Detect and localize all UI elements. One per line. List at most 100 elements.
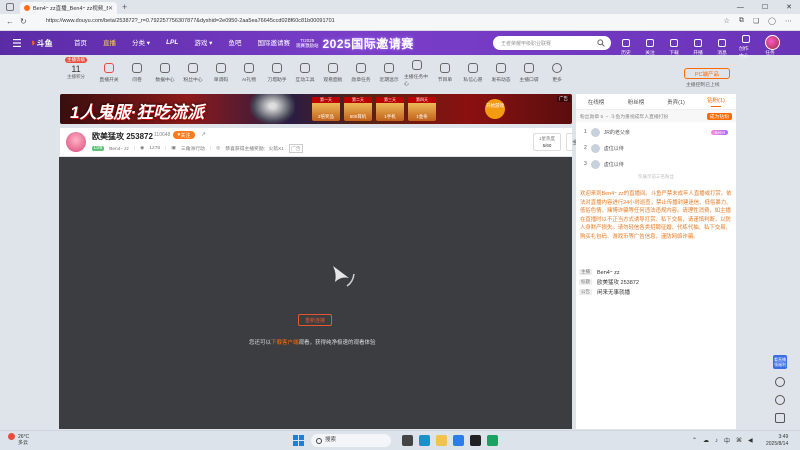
ad-banner[interactable]: 1人鬼服·狂吃流派 第一天 2倍奖品 第二天 500耳机 第三天 1手机 第四天 1金条… <box>60 94 572 124</box>
network-icon[interactable]: ⌘ <box>736 437 742 444</box>
app-icon[interactable] <box>487 435 498 446</box>
store-icon[interactable] <box>453 435 464 446</box>
welfare-badge[interactable]: 看直播领福利 <box>773 355 787 369</box>
toolbar-item-task-center[interactable]: 主播任务中心 <box>404 59 430 87</box>
settings-icon[interactable] <box>775 395 785 405</box>
become-diamond-fan-button[interactable]: 成为钻粉 <box>706 112 732 120</box>
favorite-icon[interactable]: ☆ <box>724 17 730 25</box>
douyu-logo[interactable]: ◗ 斗鱼 <box>30 36 63 50</box>
toolbar-item-ai-gift[interactable]: AI礼物 <box>236 63 262 83</box>
history-icon[interactable] <box>775 377 785 387</box>
download-button[interactable]: 下载 <box>667 38 681 56</box>
task-view-icon[interactable] <box>402 435 413 446</box>
nav-live[interactable]: 直播 <box>103 37 116 47</box>
tab-diamond-fans[interactable]: 钻粉(1) <box>696 96 736 108</box>
toolbar-item-wish[interactable]: 私信心愿 <box>460 63 486 83</box>
minimize-icon[interactable]: — <box>737 4 744 11</box>
back-icon[interactable]: ← <box>6 17 14 26</box>
edge-icon[interactable] <box>419 435 430 446</box>
taskbar-search[interactable]: 搜索 <box>311 434 391 447</box>
toolbar-item-survey[interactable]: 问卷 <box>124 63 150 83</box>
url-field[interactable]: https://www.douyu.com/beta/253872?_r=0.7… <box>46 18 335 24</box>
feedback-icon[interactable] <box>775 413 785 423</box>
follow-button[interactable]: ♥ 关注 <box>173 131 195 139</box>
clock[interactable]: 3:49 2025/8/14 <box>766 434 788 448</box>
weather-widget[interactable]: 26°C 多云 <box>8 433 29 446</box>
player-tip: 您还可以下载客户端观看，获得纯净极速的观看体验 <box>249 338 376 346</box>
tab-actions-icon[interactable] <box>6 3 14 11</box>
toolbar-item-data-center[interactable]: 数据中心 <box>152 63 178 83</box>
more-icon[interactable]: ⋯ <box>785 17 792 25</box>
streamer-nickname[interactable]: Ben4ｰ zz <box>109 145 129 152</box>
toolbar-item-recent[interactable]: 近期温示 <box>376 63 402 83</box>
reconnect-button[interactable]: 重新连接 <box>298 314 332 326</box>
toolbar-item-label: 问卷 <box>132 78 142 83</box>
maximize-icon[interactable]: ☐ <box>762 3 768 11</box>
creator-center-button[interactable]: 创作中心 <box>739 35 753 59</box>
category-link[interactable]: 三角洲行动 <box>181 145 205 152</box>
input-language[interactable]: 中 <box>724 436 730 445</box>
history-button[interactable]: 历史 <box>619 38 633 56</box>
split-screen-icon[interactable]: ⧉ <box>739 17 744 25</box>
toolbar-item-post[interactable]: 发布动态 <box>488 63 514 83</box>
toolbar-item-label: 私信心愿 <box>463 78 483 83</box>
reload-icon[interactable]: ↻ <box>20 17 27 26</box>
toolbar-item-panel[interactable]: 观看面板 <box>320 63 346 83</box>
profile-icon[interactable]: ◯ <box>768 17 776 25</box>
helper-icon <box>272 63 282 73</box>
user-avatar[interactable] <box>765 35 780 50</box>
share-icon[interactable]: ↗ <box>201 131 206 138</box>
pocket-icon <box>524 63 534 73</box>
heat-rank-box[interactable]: 1星热度 5/60 <box>533 133 561 151</box>
survey-icon <box>132 63 142 73</box>
file-explorer-icon[interactable] <box>436 435 447 446</box>
mic-icon[interactable]: ♪ <box>715 438 718 444</box>
nav-international[interactable]: 国际邀请赛 <box>257 37 290 47</box>
messages-button[interactable]: 消息 <box>715 38 729 56</box>
toolbar-item-dota-helper[interactable]: 刀塔助手 <box>264 63 290 83</box>
streamer-avatar[interactable] <box>66 132 86 152</box>
search-input[interactable]: 王者荣耀甲级职业联赛 <box>493 36 611 50</box>
video-player[interactable] <box>59 157 572 429</box>
tab-fan-rank[interactable]: 粉丝榜 <box>616 98 656 106</box>
nav-home[interactable]: 首页 <box>74 37 87 47</box>
close-window-icon[interactable]: ✕ <box>786 3 792 11</box>
download-client-link[interactable]: 下载客户端 <box>271 340 299 346</box>
toolbar-item-pocket[interactable]: 主播口袋 <box>516 63 542 83</box>
go-live-button[interactable]: 开播 <box>691 38 705 56</box>
search-icon[interactable] <box>597 39 605 47</box>
toolbar-item-fan-center[interactable]: 粉丝中心 <box>180 63 206 83</box>
toolbar-item-schedule[interactable]: 节目单 <box>432 63 458 83</box>
app-icon[interactable] <box>470 435 481 446</box>
toolbar-item-live-switch[interactable]: 直播开关 <box>96 63 122 83</box>
system-notice: 欢迎来到Ben4ｰ zz的直播间。斗鱼严禁未成年人直播或打赏。依法对直播内容进行… <box>580 191 732 240</box>
divider: | <box>209 146 212 151</box>
list-item[interactable]: 1 JR的老父亲 Ben4 <box>576 124 736 140</box>
nav-lpl[interactable]: LPL <box>166 39 178 46</box>
reconnect-label: 重新连接 <box>304 317 325 324</box>
ti-promo-banner[interactable]: TI2025 观赛激励站 2025国际邀请赛 <box>296 34 414 52</box>
task-center-icon <box>412 59 422 70</box>
pc-product-button[interactable]: PC端产品 <box>684 68 730 79</box>
follow-button[interactable]: 关注 <box>643 38 657 56</box>
nav-games[interactable]: 游戏 ▾ <box>194 37 212 47</box>
browser-tab[interactable]: Ben4ｰ zz直播_Ben4ｰ zz视频_Be ✕ <box>20 2 117 14</box>
list-item: 3 虚位以待 <box>576 156 736 172</box>
nav-category[interactable]: 分类 ▾ <box>132 37 150 47</box>
menu-icon[interactable] <box>13 39 21 47</box>
windows-start-icon[interactable] <box>293 435 304 446</box>
banner-start-button[interactable]: 开始游戏 <box>485 99 505 119</box>
toolbar-item-more[interactable]: 更多 <box>544 63 570 83</box>
tab-vip[interactable]: 贵宾(1) <box>656 98 696 106</box>
new-tab-icon[interactable]: + <box>122 2 127 12</box>
tab-online-rank[interactable]: 在线榜 <box>576 98 616 106</box>
nav-fishbar[interactable]: 鱼吧 <box>228 37 241 47</box>
cloud-icon[interactable]: ☁ <box>703 437 709 444</box>
toolbar-item-medal-task[interactable]: 勋章任务 <box>348 63 374 83</box>
collections-icon[interactable]: ❏ <box>753 17 759 25</box>
volume-icon[interactable]: ◀ <box>748 437 753 444</box>
close-tab-icon[interactable]: ✕ <box>108 5 113 12</box>
toolbar-item-audio[interactable]: 单调码 <box>208 63 234 83</box>
tray-chevron-icon[interactable]: ⌃ <box>692 437 697 444</box>
toolbar-item-interactive[interactable]: 互动工具 <box>292 63 318 83</box>
